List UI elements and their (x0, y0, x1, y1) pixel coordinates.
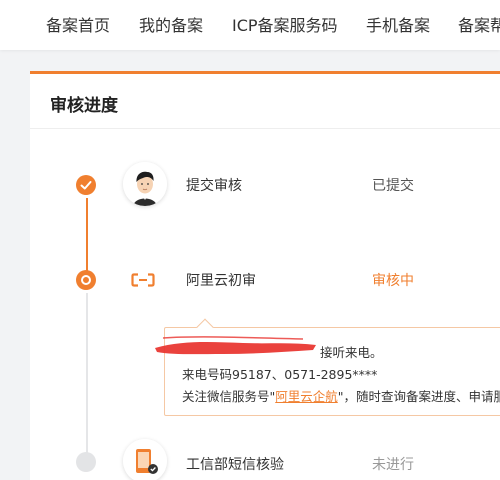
step-status-aliyun-review: 审核中 (372, 273, 414, 289)
review-notice-box: 接听来电。 来电号码95187、0571-2895**** 关注微信服务号"阿里… (155, 318, 500, 416)
card-title: 审核进度 (50, 96, 118, 116)
nav-item-mobile-filing[interactable]: 手机备案 (366, 12, 430, 36)
notice-line-3-prefix: 关注微信服务号" (182, 389, 276, 404)
step-status-miit-sms: 未进行 (372, 457, 414, 473)
top-navigation: 备案首页 我的备案 ICP备案服务码 手机备案 备案帮 (0, 0, 500, 50)
review-progress-card: 审核进度 提交审核 已提交 阿里云初审 审核中 接听来电。 来电号码95187、… (30, 71, 500, 480)
phone-verify-icon (123, 439, 167, 480)
timeline-connector-pending (86, 293, 88, 458)
person-avatar-icon (123, 162, 167, 206)
check-icon (80, 181, 92, 190)
user-avatar (123, 162, 167, 206)
step-current-indicator (76, 270, 96, 290)
notice-line-2: 来电号码95187、0571-2895**** (182, 367, 378, 382)
step-complete-indicator (76, 175, 96, 195)
nav-item-home[interactable]: 备案首页 (46, 12, 110, 36)
notice-line-1: 接听来电。 (320, 345, 383, 360)
step-name-submit: 提交审核 (186, 178, 242, 194)
nav-item-help[interactable]: 备案帮 (458, 12, 500, 36)
aliyun-logo-icon (131, 273, 155, 287)
redaction-mark (155, 336, 316, 355)
notice-pointer (196, 318, 214, 336)
step-status-submit: 已提交 (372, 178, 414, 194)
timeline-connector-done (86, 198, 88, 273)
step-pending-indicator (76, 452, 96, 472)
nav-item-icp-service-code[interactable]: ICP备案服务码 (232, 12, 338, 36)
sms-verify-avatar (123, 439, 167, 480)
step-name-aliyun-review: 阿里云初审 (186, 273, 256, 289)
card-header: 审核进度 (30, 74, 500, 129)
step-name-miit-sms: 工信部短信核验 (186, 457, 284, 473)
nav-item-my-filings[interactable]: 我的备案 (139, 12, 203, 36)
notice-line-3-suffix: "，随时查询备案进度、申请服务 (337, 389, 500, 404)
notice-line-3: 关注微信服务号"阿里云企航"，随时查询备案进度、申请服务 (182, 386, 500, 405)
wechat-service-link[interactable]: 阿里云企航 (275, 389, 338, 404)
